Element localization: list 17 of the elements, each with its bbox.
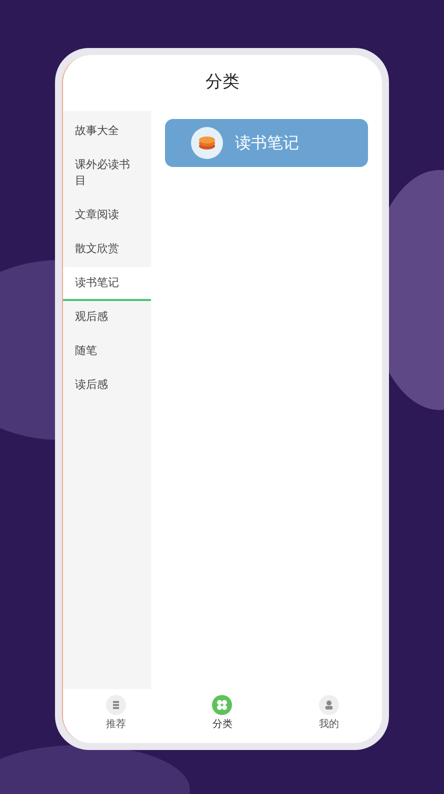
list-icon <box>106 694 126 714</box>
card-label: 读书笔记 <box>235 132 299 154</box>
category-item[interactable]: 故事大全 <box>63 115 151 149</box>
tab-bar-item[interactable]: 分类 <box>187 694 258 732</box>
category-item[interactable]: 读后感 <box>63 369 151 403</box>
category-item[interactable]: 课外必读书目 <box>63 149 151 199</box>
category-item[interactable]: 文章阅读 <box>63 199 151 233</box>
category-item[interactable]: 随笔 <box>63 335 151 369</box>
category-item[interactable]: 观后感 <box>63 301 151 335</box>
tab-bar-item[interactable]: 我的 <box>294 694 364 732</box>
person-icon <box>318 694 339 714</box>
tab-bar-item[interactable]: 推荐 <box>81 694 152 732</box>
category-item[interactable]: 读书笔记 <box>63 267 151 301</box>
category-item[interactable]: 散文欣赏 <box>63 233 151 267</box>
page-title: 分类 <box>206 71 240 94</box>
grid-icon <box>212 694 232 714</box>
stack-icon <box>191 127 223 159</box>
